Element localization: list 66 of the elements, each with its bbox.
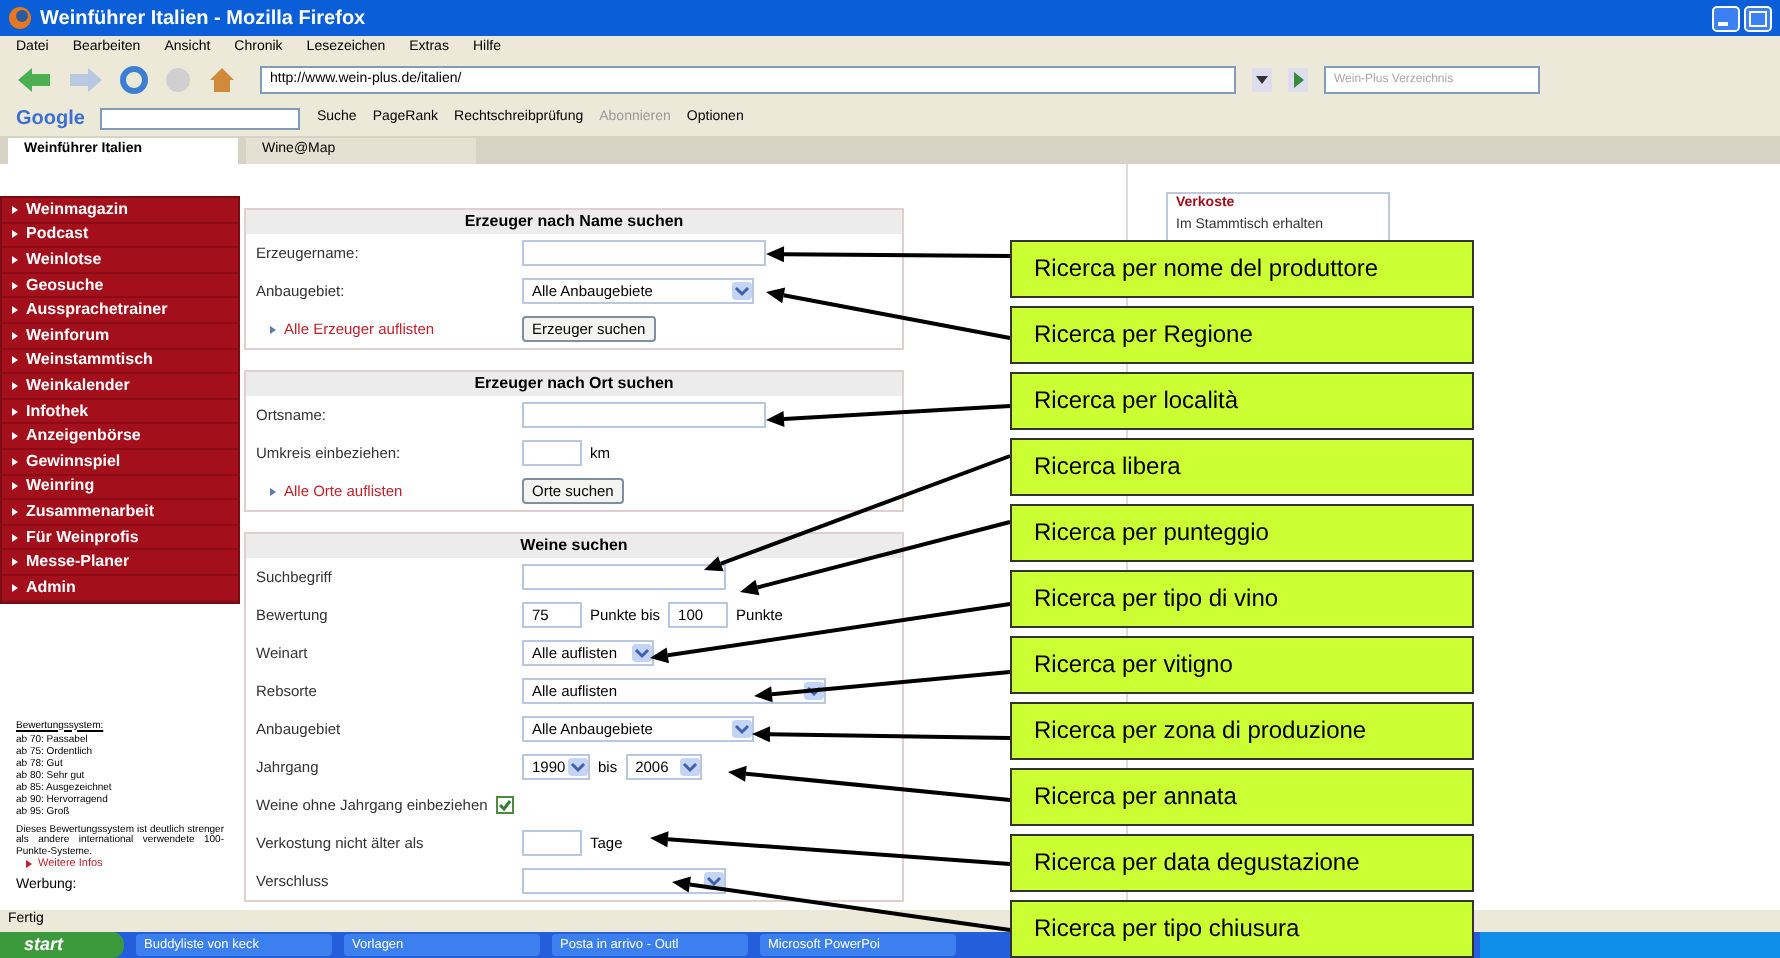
sidebar-item[interactable]: Anzeigenbörse <box>26 424 141 449</box>
bullet-icon <box>10 556 20 569</box>
callout: Ricerca per località <box>1010 372 1474 430</box>
panel-title: Weine suchen <box>246 534 902 558</box>
firefox-icon <box>8 6 32 30</box>
sidebar-item[interactable]: Aussprachetrainer <box>26 298 168 323</box>
dropdown[interactable] <box>522 868 726 894</box>
callout: Ricerca per zona di produzione <box>1010 702 1474 760</box>
callout: Ricerca per tipo chiusura <box>1010 900 1474 958</box>
bullet-icon <box>10 430 20 443</box>
bullet-icon <box>10 253 20 266</box>
window-title: Weinführer Italien - Mozilla Firefox <box>40 5 366 33</box>
maximize-icon[interactable] <box>1744 5 1772 31</box>
bullet-icon <box>10 581 20 594</box>
bullet-icon <box>10 379 20 392</box>
sidebar-item[interactable]: Weinkalender <box>26 373 130 398</box>
sidebar-item[interactable]: Gewinnspiel <box>26 449 121 474</box>
minimize-icon[interactable] <box>1712 5 1740 31</box>
bullet-icon <box>10 531 20 544</box>
callout: Ricerca per vitigno <box>1010 636 1474 694</box>
callout: Ricerca per Regione <box>1010 306 1474 364</box>
sidebar-item[interactable]: Zusammenarbeit <box>26 499 155 524</box>
google-search-field[interactable] <box>100 107 301 129</box>
reload-icon[interactable] <box>120 66 148 94</box>
bullet-icon <box>10 304 20 317</box>
bullet-icon <box>10 505 20 518</box>
sidebar-item[interactable]: Podcast <box>26 222 89 247</box>
google-logo: Google <box>16 105 85 133</box>
input-field[interactable] <box>522 830 582 856</box>
sidebar-item[interactable]: Infothek <box>26 399 89 424</box>
callout: Ricerca per data degustazione <box>1010 834 1474 892</box>
sidebar-item[interactable]: Für Weinprofis <box>26 525 139 550</box>
callout: Ricerca libera <box>1010 438 1474 496</box>
sidebar-item[interactable]: Weinring <box>26 474 95 499</box>
bullet-icon <box>24 858 34 871</box>
sidebar-item[interactable]: Geosuche <box>26 273 104 298</box>
bullet-icon <box>10 405 20 418</box>
callout: Ricerca per punteggio <box>1010 504 1474 562</box>
sidebar-item[interactable]: Weinstammtisch <box>26 348 153 373</box>
panel-title: Erzeuger nach Name suchen <box>246 210 902 234</box>
sidebar-item[interactable]: Weinforum <box>26 323 110 348</box>
bullet-icon <box>10 329 20 342</box>
bullet-icon <box>268 323 278 335</box>
bullet-icon <box>10 228 20 241</box>
input-field[interactable] <box>522 240 766 266</box>
sidebar-item[interactable]: Weinlotse <box>26 247 102 272</box>
sidebar-item[interactable]: Admin <box>26 575 76 600</box>
sidebar-item[interactable]: Messe-Planer <box>26 550 130 575</box>
sidebar-item[interactable]: Weinmagazin <box>26 197 128 222</box>
go-icon[interactable] <box>1288 68 1308 92</box>
input-field[interactable] <box>522 440 582 466</box>
bullet-icon <box>10 354 20 367</box>
input-field[interactable] <box>522 402 766 428</box>
callout: Ricerca per nome del produttore <box>1010 240 1474 298</box>
panel-title: Erzeuger nach Ort suchen <box>246 372 902 396</box>
bullet-icon <box>10 279 20 292</box>
dropdown-icon[interactable] <box>1252 68 1272 92</box>
bullet-icon <box>10 455 20 468</box>
callout: Ricerca per tipo di vino <box>1010 570 1474 628</box>
start-button[interactable]: start <box>0 932 124 958</box>
callout: Ricerca per annata <box>1010 768 1474 826</box>
bullet-icon <box>10 203 20 216</box>
input-field[interactable] <box>522 564 726 590</box>
checkbox[interactable] <box>495 796 514 814</box>
bullet-icon <box>10 480 20 493</box>
bullet-icon <box>268 485 278 497</box>
